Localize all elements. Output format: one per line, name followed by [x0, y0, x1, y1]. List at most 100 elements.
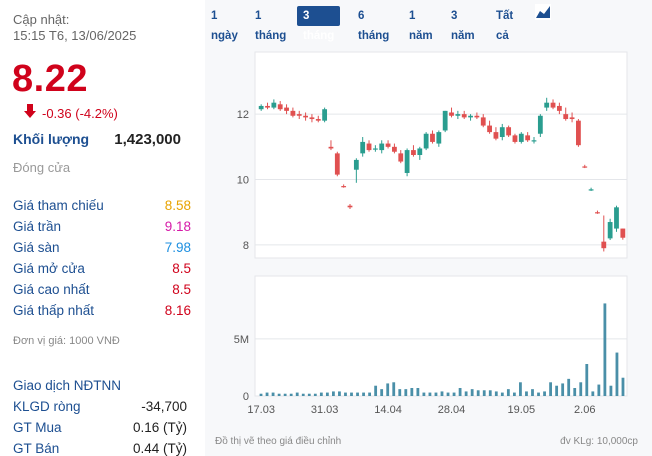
volume-bar	[368, 392, 372, 396]
candle-body	[512, 135, 518, 142]
foreign-value: 0.16 (Tỷ)	[132, 420, 187, 435]
candle-body	[277, 104, 283, 110]
price-tick-label: 12	[237, 109, 249, 121]
candle-body	[563, 114, 569, 120]
volume-bar	[289, 393, 293, 396]
candle-body	[607, 222, 613, 239]
stat-label: Giá mở cửa	[13, 261, 85, 276]
volume-bar	[301, 393, 305, 396]
candle-body	[582, 166, 588, 168]
volume-bar	[579, 382, 583, 396]
chart-panel: 1 ngày 1 tháng 3 tháng 6 tháng 1 năm 3 năm Tất…	[205, 0, 652, 456]
volume-bar	[458, 388, 462, 396]
volume-bar	[555, 385, 559, 396]
candle-body	[290, 110, 296, 116]
foreign-label: GT Bán	[13, 441, 60, 456]
candle-body	[398, 153, 404, 162]
volume-bar	[386, 383, 390, 396]
volume-bar	[585, 364, 589, 396]
volume-bar	[404, 389, 408, 396]
volume-row: Khối lượng 1,423,000	[13, 131, 191, 148]
price-plot-area	[254, 51, 628, 259]
volume-tick-label: 5M	[234, 334, 249, 346]
candle-body	[506, 127, 512, 136]
candle-body	[442, 110, 448, 131]
volume-bar	[350, 392, 353, 396]
foreign-title: Giao dịch NĐTNN	[13, 378, 191, 393]
volume-bar	[488, 390, 492, 396]
volume-bar	[440, 391, 444, 396]
volume-bar	[380, 389, 384, 396]
foreign-title-text: Giao dịch NĐTNN	[13, 378, 122, 393]
volume-bar	[506, 389, 510, 396]
volume-bar	[573, 388, 577, 396]
candle-body	[525, 135, 531, 141]
volume-bar	[512, 392, 516, 396]
volume-bar	[374, 385, 378, 396]
volume-label: Khối lượng	[13, 131, 90, 147]
candle-body	[372, 148, 378, 150]
foreign-row: GT Mua 0.16 (Tỷ)	[13, 420, 191, 435]
chart-footnote: Đồ thị vẽ theo giá điều chỉnh	[215, 436, 342, 447]
volume-bar	[567, 378, 571, 396]
candle-body	[334, 153, 340, 175]
stat-label: Giá sàn	[13, 240, 60, 255]
volume-bar	[265, 392, 269, 396]
candle-body	[284, 107, 289, 111]
stat-label: Giá trần	[13, 219, 62, 234]
candle-body	[436, 132, 442, 144]
date-tick-label: 17.03	[247, 404, 275, 416]
volume-bar	[398, 389, 402, 396]
volume-bar	[295, 392, 299, 396]
candle-body	[556, 105, 562, 111]
candle-body	[569, 117, 575, 120]
candle-body	[411, 150, 416, 155]
candle-body	[404, 150, 410, 173]
volume-bar	[338, 391, 341, 396]
volume-bar	[344, 392, 347, 396]
stat-row: Giá mở cửa 8.5	[13, 261, 191, 276]
candle-body	[550, 102, 556, 108]
candle-body	[588, 189, 594, 191]
candle-body	[417, 148, 423, 155]
candle-body	[315, 119, 321, 121]
volume-bar	[283, 393, 287, 396]
volume-bar	[591, 391, 595, 396]
candle-body	[493, 132, 499, 139]
price-change: -0.36 (-4.2%)	[24, 104, 118, 121]
candle-body	[487, 125, 492, 133]
candle-body	[499, 127, 505, 138]
stat-label: Giá thấp nhất	[13, 303, 95, 318]
date-tick-label: 2.06	[574, 404, 595, 416]
volume-bar	[597, 384, 601, 396]
volume-bar	[434, 392, 438, 396]
candle-body	[296, 114, 302, 116]
stat-row: Giá tham chiếu 8.58	[13, 198, 191, 213]
volume-bar	[362, 392, 365, 396]
volume-bar	[428, 392, 432, 396]
volume-tick-label: 0	[243, 391, 249, 403]
stat-value: 8.16	[164, 303, 191, 318]
candle-body	[518, 133, 524, 142]
candle-body	[328, 146, 334, 149]
candle-body	[576, 120, 581, 146]
volume-bar	[603, 303, 607, 396]
price-tick-label: 8	[243, 240, 249, 252]
stat-value: 9.18	[164, 219, 191, 234]
volume-bar	[325, 392, 329, 396]
candle-body	[322, 109, 328, 121]
volume-bar	[561, 383, 565, 396]
candle-body	[544, 102, 550, 108]
foreign-row: KLGD ròng -34,700	[13, 399, 191, 414]
stat-value: 8.58	[164, 198, 191, 213]
volume-bar	[319, 392, 323, 396]
volume-bar	[525, 391, 528, 396]
stock-info-panel: Cập nhật: 15:15 T6, 13/06/2025 8.22 -0.3…	[0, 0, 200, 456]
volume-bar	[482, 390, 486, 396]
candle-body	[468, 115, 473, 118]
volume-bar	[470, 389, 474, 396]
volume-bar	[519, 382, 522, 396]
candle-body	[392, 146, 397, 152]
volume-unit: đv KLg: 10,000cp	[560, 436, 638, 447]
candle-body	[353, 159, 359, 170]
